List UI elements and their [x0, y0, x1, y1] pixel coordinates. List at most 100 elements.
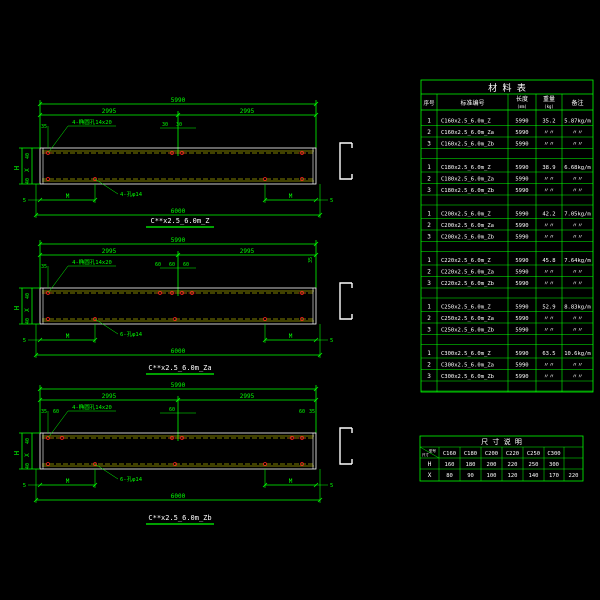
cell-length: 5990: [515, 223, 528, 229]
h-dim-label: H: [13, 166, 21, 170]
cell-length: 5990: [515, 270, 528, 276]
small-dim-text: 60: [155, 262, 161, 268]
dimensions-cell: 220: [569, 473, 579, 479]
cell-no: 3: [427, 327, 431, 334]
cell-note: 〃〃: [572, 316, 583, 322]
m-left-label: M: [66, 478, 70, 485]
cell-note: 〃〃: [572, 188, 583, 194]
cell-no: 3: [427, 141, 431, 148]
cell-weight: 〃〃: [543, 130, 554, 136]
m-right-label: M: [289, 333, 293, 340]
cell-note: 〃〃: [572, 130, 583, 136]
hole-note-bottom: 4-孔φ14: [120, 190, 143, 198]
m-right-label: M: [289, 478, 293, 485]
edge-60-right: 60: [299, 409, 305, 415]
dimensions-cell: 220: [508, 462, 518, 468]
cell-name: C300x2.5_6.0m_Z: [441, 351, 491, 357]
cell-no: 2: [427, 129, 431, 136]
cell-note: 7.64kg/m: [564, 258, 591, 264]
small-dim-text: 60: [169, 407, 175, 413]
cell-length: 5990: [515, 142, 528, 148]
edge-35-left: 35: [41, 264, 47, 270]
small-dim-text: 30: [162, 122, 168, 128]
cell-no: 2: [427, 222, 431, 229]
cell-no: 1: [427, 350, 431, 357]
view-title: C**x2.5_6.0m_Za: [148, 364, 211, 372]
dimensions-cell: 170: [549, 473, 559, 479]
hole-note-top: 4-椭圆孔14x20: [72, 118, 112, 126]
cell-name: C250x2.5_6.0m_Z: [441, 305, 491, 311]
cell-length: 5990: [515, 374, 528, 380]
small-dim-text: 30: [176, 122, 182, 128]
header-weight-unit: (kg): [544, 104, 554, 109]
cell-note: 〃〃: [572, 374, 583, 380]
x-dim-label: X: [24, 168, 31, 172]
cell-length: 5990: [515, 305, 528, 311]
cell-length: 5990: [515, 235, 528, 241]
small-dim-text: 60: [169, 262, 175, 268]
cell-no: 1: [427, 257, 431, 264]
dimensions-cell: 120: [508, 473, 518, 479]
corner-bottom: 尺寸: [422, 452, 430, 457]
cell-note: 〃〃: [572, 235, 583, 241]
edge-40-bottom: 40: [25, 463, 31, 469]
cell-note: 7.05kg/m: [564, 212, 591, 218]
dimensions-cell: 140: [529, 473, 539, 479]
overall-dim-text: 5990: [171, 97, 186, 104]
m-left-label: M: [66, 333, 70, 340]
cell-no: 1: [427, 118, 431, 125]
cell-length: 5990: [515, 130, 528, 136]
dimensions-col-header: C180: [464, 451, 477, 457]
cell-name: C220x2.5_6.0m_Za: [441, 270, 494, 276]
m-right-label: M: [289, 193, 293, 200]
dimensions-cell: 80: [446, 473, 453, 479]
x-dim-label: X: [24, 308, 31, 312]
cell-weight: 52.9: [542, 305, 555, 311]
view-title: C**x2.5_6.0m_Zb: [148, 514, 211, 522]
h-dim-label: H: [13, 451, 21, 455]
cell-weight: 35.2: [542, 119, 555, 125]
cell-no: 3: [427, 234, 431, 241]
edge-35-left: 35: [41, 409, 47, 415]
cell-weight: 〃〃: [543, 177, 554, 183]
dimensions-cell: 180: [466, 462, 476, 468]
cell-weight: 〃〃: [543, 235, 554, 241]
cell-name: C220x2.5_6.0m_Zb: [441, 281, 494, 287]
half-left-dim-text: 2995: [102, 108, 117, 115]
header-note: 备注: [571, 99, 583, 107]
header-no: 序号: [423, 99, 435, 107]
cell-no: 1: [427, 304, 431, 311]
small-dim-text: 60: [183, 262, 189, 268]
cell-weight: 63.5: [542, 351, 555, 357]
cell-weight: 〃〃: [543, 328, 554, 334]
cell-name: C180x2.5_6.0m_Z: [441, 165, 491, 171]
dimensions-col-header: C300: [547, 451, 560, 457]
dimensions-title: 尺 寸 说 明: [481, 437, 522, 446]
edge-40-top: 40: [25, 293, 31, 299]
cell-name: C180x2.5_6.0m_Zb: [441, 188, 494, 194]
cell-note: 〃〃: [572, 281, 583, 287]
cell-weight: 38.9: [542, 165, 555, 171]
m-left-label: M: [66, 193, 70, 200]
edge-40-bottom: 40: [25, 318, 31, 324]
edge-35-left: 35: [41, 124, 47, 130]
cell-weight: 42.2: [542, 212, 555, 218]
dimensions-cell: 90: [467, 473, 474, 479]
dimensions-cell: 250: [529, 462, 539, 468]
header-length: 长度: [516, 95, 528, 103]
cell-weight: 〃〃: [543, 223, 554, 229]
h-dim-label: H: [13, 306, 21, 310]
dimensions-col-header: C200: [485, 451, 498, 457]
cell-weight: 〃〃: [543, 316, 554, 322]
cell-length: 5990: [515, 328, 528, 334]
bottom-dim-text: 6000: [171, 208, 186, 215]
half-right-dim-text: 2995: [240, 393, 255, 400]
cell-name: C180x2.5_6.0m_Za: [441, 177, 494, 183]
half-left-dim-text: 2995: [102, 393, 117, 400]
cell-name: C160x2.5_6.0m_Z: [441, 119, 491, 125]
edge-40-top: 40: [25, 438, 31, 444]
cell-name: C250x2.5_6.0m_Za: [441, 316, 494, 322]
cell-length: 5990: [515, 212, 528, 218]
cell-name: C250x2.5_6.0m_Zb: [441, 328, 494, 334]
cell-weight: 〃〃: [543, 281, 554, 287]
